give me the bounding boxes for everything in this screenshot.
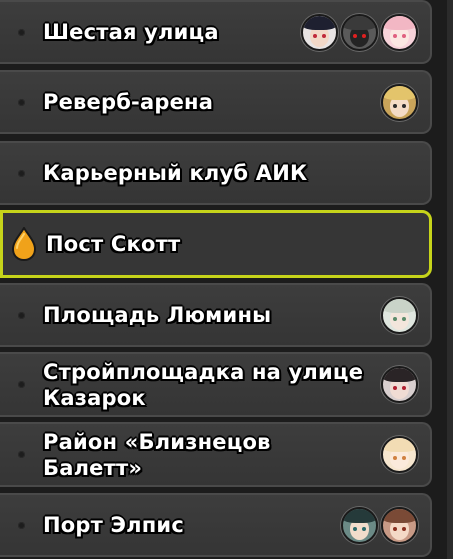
location-bullet-icon: [18, 98, 25, 106]
avatar-group: [341, 506, 418, 544]
location-label: Площадь Люмины: [43, 303, 272, 327]
character-avatar-brown-hair: [381, 506, 418, 544]
location-item-career-club[interactable]: Карьерный клуб АИК: [0, 141, 432, 205]
location-item-construction-site[interactable]: Стройплощадка на улице Казарок: [0, 352, 432, 417]
location-bullet-icon: [18, 28, 25, 36]
location-bullet-icon: [18, 169, 25, 177]
location-bullet-icon: [18, 311, 25, 319]
character-avatar-dark-hair-red-eyes: [301, 13, 338, 51]
scrollbar[interactable]: [447, 0, 453, 559]
location-label: Карьерный клуб АИК: [43, 161, 308, 185]
location-item-sixth-street[interactable]: Шестая улица: [0, 0, 432, 64]
character-avatar-silver-hair: [381, 296, 418, 334]
location-label: Район «Близнецов Балетт»: [43, 429, 271, 480]
location-list: Шестая улица Реверб-арена Карьерный клуб…: [0, 0, 453, 559]
location-bullet-icon: [18, 521, 25, 529]
location-label: Пост Скотт: [46, 232, 181, 256]
location-pin-icon: [11, 227, 37, 261]
avatar-group: [381, 296, 418, 334]
location-bullet-icon: [18, 451, 25, 458]
location-label: Стройплощадка на улице Казарок: [43, 359, 364, 410]
character-avatar-light-blonde-hair: [381, 436, 418, 473]
location-item-scott-outpost[interactable]: Пост Скотт: [0, 210, 432, 278]
location-bullet-icon: [18, 381, 25, 388]
character-avatar-helmet-red-visor: [341, 13, 378, 51]
character-avatar-dark-hair-mask: [381, 366, 418, 403]
avatar-group: [381, 366, 418, 403]
location-label: Порт Элпис: [43, 513, 184, 537]
avatar-group: [381, 83, 418, 121]
location-item-ballet-twins[interactable]: Район «Близнецов Балетт»: [0, 422, 432, 487]
avatar-group: [381, 436, 418, 473]
location-item-lumina-square[interactable]: Площадь Люмины: [0, 283, 432, 347]
character-avatar-pink-hair: [381, 13, 418, 51]
location-item-reverb-arena[interactable]: Реверб-арена: [0, 70, 432, 134]
location-item-port-elpis[interactable]: Порт Элпис: [0, 493, 432, 557]
character-avatar-teal-dark-hair: [341, 506, 378, 544]
avatar-group: [301, 13, 418, 51]
location-label: Реверб-арена: [43, 90, 214, 114]
character-avatar-blonde-glasses: [381, 83, 418, 121]
